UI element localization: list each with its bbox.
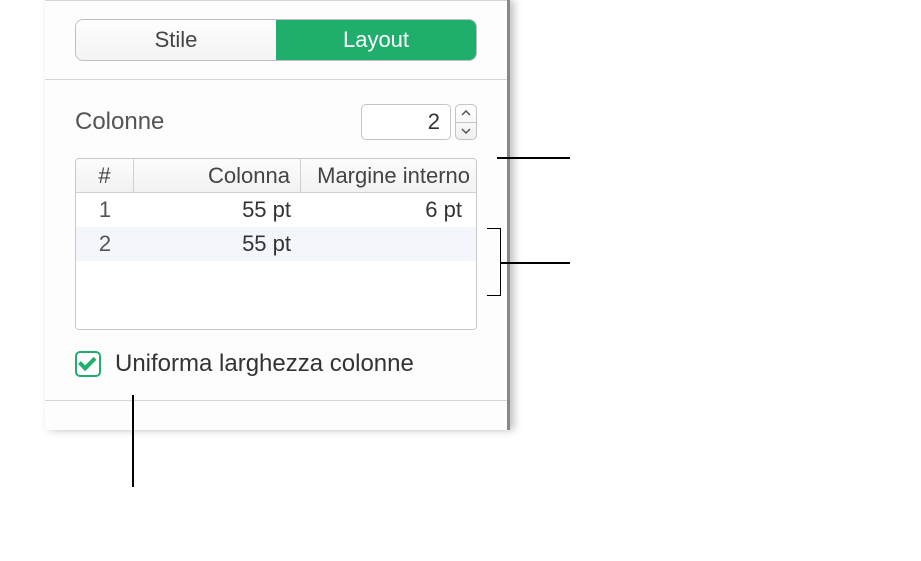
header-column: Colonna xyxy=(134,159,301,192)
stepper-buttons xyxy=(455,104,477,140)
table-empty-area xyxy=(76,261,476,329)
columns-row: Colonne xyxy=(75,104,477,140)
equal-width-checkbox[interactable] xyxy=(75,351,101,377)
tab-bar: Stile Layout xyxy=(45,1,507,79)
cell-gutter[interactable]: 6 pt xyxy=(301,193,476,227)
tab-style[interactable]: Stile xyxy=(76,20,276,60)
header-index: # xyxy=(76,159,134,192)
chevron-up-icon xyxy=(461,110,471,116)
table-row[interactable]: 2 55 pt xyxy=(76,227,476,261)
table-header: # Colonna Margine interno xyxy=(76,159,476,193)
cell-column-width[interactable]: 55 pt xyxy=(134,227,301,261)
columns-stepper xyxy=(361,104,477,140)
cell-index: 1 xyxy=(76,193,134,227)
table-body: 1 55 pt 6 pt 2 55 pt xyxy=(76,193,476,329)
table-row[interactable]: 1 55 pt 6 pt xyxy=(76,193,476,227)
equal-width-row: Uniforma larghezza colonne xyxy=(75,350,477,378)
divider xyxy=(45,400,507,401)
callout-line xyxy=(132,395,134,487)
callout-line xyxy=(497,157,570,159)
callout-line xyxy=(501,262,570,264)
equal-width-label: Uniforma larghezza colonne xyxy=(115,350,414,378)
columns-table: # Colonna Margine interno 1 55 pt 6 pt 2… xyxy=(75,158,477,330)
columns-count-input[interactable] xyxy=(361,104,451,140)
checkmark-icon xyxy=(78,353,96,371)
cell-gutter[interactable] xyxy=(301,227,476,261)
header-margin: Margine interno xyxy=(301,159,476,192)
stepper-up[interactable] xyxy=(456,105,476,123)
chevron-down-icon xyxy=(461,128,471,134)
callout-bracket xyxy=(487,228,501,296)
columns-label: Colonne xyxy=(75,108,164,136)
columns-section: Colonne # Colonna Margine interno xyxy=(45,80,507,394)
stepper-down[interactable] xyxy=(456,123,476,140)
cell-index: 2 xyxy=(76,227,134,261)
tab-layout[interactable]: Layout xyxy=(276,20,476,60)
cell-column-width[interactable]: 55 pt xyxy=(134,193,301,227)
inspector-panel: Stile Layout Colonne # xyxy=(45,0,510,430)
segmented-control: Stile Layout xyxy=(75,19,477,61)
